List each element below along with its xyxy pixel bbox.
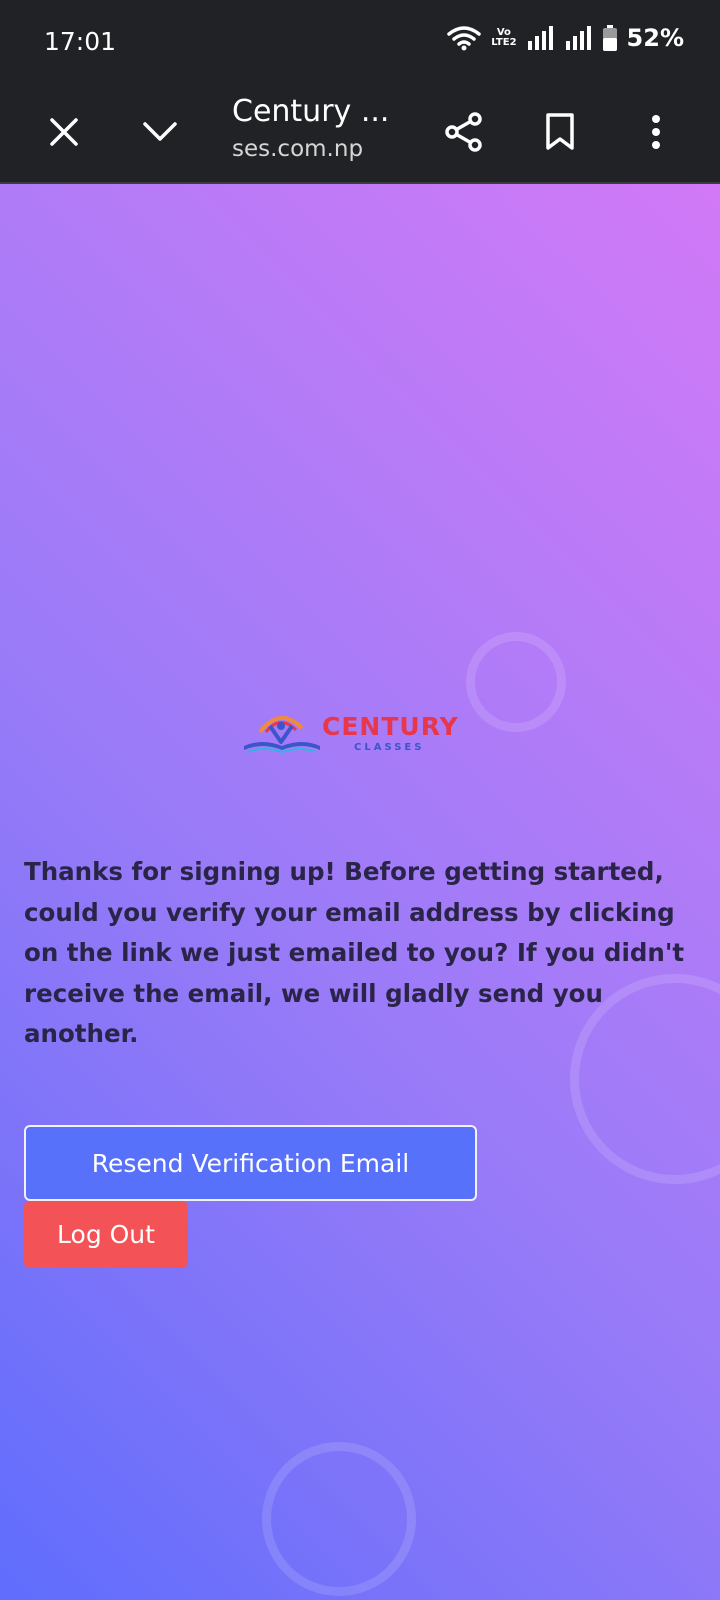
status-icons: Vo LTE2 52% xyxy=(447,24,684,52)
more-options-button[interactable] xyxy=(632,108,680,156)
logo-subtitle: CLASSES xyxy=(354,742,425,753)
page-url: ses.com.np xyxy=(232,136,364,162)
signal-2-icon xyxy=(565,26,591,50)
verification-message: Thanks for signing up! Before getting st… xyxy=(24,857,685,1048)
share-icon xyxy=(445,112,482,152)
decorative-ring xyxy=(466,632,566,732)
signal-1-icon xyxy=(527,26,553,50)
wifi-icon xyxy=(447,26,481,51)
status-time: 17:01 xyxy=(44,27,117,56)
browser-toolbar: Century ... ses.com.np xyxy=(0,80,720,184)
share-button[interactable] xyxy=(440,108,488,156)
close-icon xyxy=(50,118,78,146)
logo-emblem-icon xyxy=(244,716,320,754)
page-content: CENTURY CLASSES Thanks for signing up! B… xyxy=(0,184,720,1600)
battery-percent: 52% xyxy=(626,24,684,52)
century-classes-logo: CENTURY CLASSES xyxy=(240,704,480,764)
logout-button[interactable]: Log Out xyxy=(24,1201,188,1268)
logo-wordmark: CENTURY xyxy=(322,712,459,741)
status-bar: 17:01 Vo LTE2 52% xyxy=(0,0,720,80)
page-title: Century ... xyxy=(232,94,390,129)
resend-verification-button[interactable]: Resend Verification Email xyxy=(24,1125,477,1201)
minimize-button[interactable] xyxy=(136,108,184,156)
bookmark-icon xyxy=(546,113,574,150)
close-tab-button[interactable] xyxy=(40,108,88,156)
decorative-ring xyxy=(262,1442,416,1596)
more-vert-icon xyxy=(652,115,660,149)
chevron-down-icon xyxy=(143,122,177,141)
battery-icon xyxy=(602,25,617,51)
bookmark-button[interactable] xyxy=(536,108,584,156)
volte-indicator: Vo LTE2 xyxy=(491,27,517,48)
